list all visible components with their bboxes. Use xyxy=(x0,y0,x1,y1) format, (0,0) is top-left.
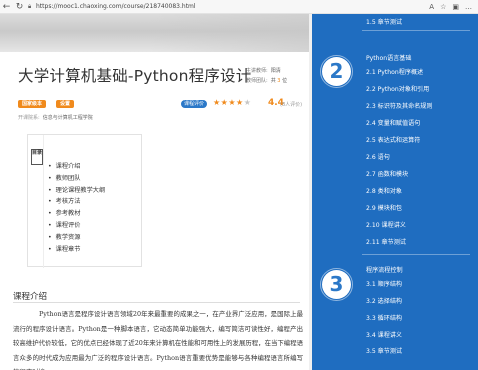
teacher-label: 主讲教师: xyxy=(246,68,268,74)
chapter-item-3-3[interactable]: 3.3 循环结构 xyxy=(366,313,402,322)
chapter-sidebar: 1.5 章节测试 2 Python语言基础 2.1 Python程序概述 2.2… xyxy=(312,14,478,370)
lock-icon: 🔒︎ xyxy=(28,2,32,10)
intro-text: Python语言是程序设计语言领域20年来最重要的成果之一，在产业界广泛应用，是… xyxy=(13,310,303,370)
chapter-item-3-1[interactable]: 3.1 顺序结构 xyxy=(366,279,402,288)
toc-item-syllabus[interactable]: 理论课程教学大纲 xyxy=(48,185,106,197)
chapter-item-2-10[interactable]: 2.10 课程讲义 xyxy=(366,220,406,229)
toc-item-team[interactable]: 教师团队 xyxy=(48,173,105,185)
chapter-item-2-2[interactable]: 2.2 Python对象和引用 xyxy=(366,84,429,93)
table-of-contents: 目录 课程介绍 教师团队 理论课程教学大纲 考核方法 参考教材 课程评价 教学资… xyxy=(27,134,142,268)
toc-item-resources[interactable]: 教学资源 xyxy=(48,232,105,244)
chapter-item-2-1[interactable]: 2.1 Python程序概述 xyxy=(366,67,423,76)
chapter-item-2-9[interactable]: 2.9 模块和包 xyxy=(366,203,402,212)
department-value: 信息与计算机工程学院 xyxy=(42,115,93,121)
rating-stars-icon: ★★★★★ xyxy=(213,98,252,107)
chapter-title-2[interactable]: Python语言基础 xyxy=(366,53,412,62)
department-label: 开课院系: xyxy=(18,115,40,121)
rating-badge: 课程评价 xyxy=(181,100,208,108)
department: 开课院系: 信息与计算机工程学院 xyxy=(18,114,93,121)
course-banner xyxy=(0,14,312,52)
chapter-item-1-5[interactable]: 1.5 章节测试 xyxy=(366,17,402,26)
chapter-item-2-8[interactable]: 2.8 类和对象 xyxy=(366,186,402,195)
read-aloud-icon[interactable]: A xyxy=(429,3,434,11)
chapter-item-2-3[interactable]: 2.3 标识符及其命名规则 xyxy=(366,101,432,110)
course-main: 大学计算机基础-Python程序设计 主讲教师: 阳清 教师团队: 共 3 位 国家… xyxy=(0,14,312,370)
chapter-number-2: 2 xyxy=(322,57,351,86)
intro-heading: 课程介绍 xyxy=(13,292,48,302)
refresh-icon[interactable]: ↻ xyxy=(13,0,26,13)
address-bar[interactable]: 🔒︎ https://mooc1.chaoxing.com/course/218… xyxy=(28,2,425,12)
sidebar-divider xyxy=(362,30,470,31)
toc-divider xyxy=(43,135,44,268)
back-arrow-icon[interactable]: ← xyxy=(0,0,13,13)
chapter-number-3: 3 xyxy=(322,270,351,299)
favorite-star-icon[interactable]: ☆ xyxy=(440,3,446,11)
toc-item-chapters[interactable]: 课程章节 xyxy=(48,244,105,256)
toc-item-textbooks[interactable]: 参考教材 xyxy=(48,208,105,220)
chapter-item-3-5[interactable]: 3.5 章节测试 xyxy=(366,346,402,355)
more-icon[interactable]: … xyxy=(465,3,472,11)
chapter-title-3[interactable]: 程序流程控制 xyxy=(366,265,403,274)
team-label: 教师团队: xyxy=(246,78,268,84)
intro-divider xyxy=(13,302,300,303)
chapter-item-2-11[interactable]: 2.11 章节测试 xyxy=(366,237,406,246)
chapter-item-2-6[interactable]: 2.6 语句 xyxy=(366,152,390,161)
rating-count: (8人评价) xyxy=(280,102,303,108)
chapter-item-2-7[interactable]: 2.7 函数和模块 xyxy=(366,169,408,178)
team-count-prefix: 共 xyxy=(270,78,276,84)
toc-item-reviews[interactable]: 课程评价 xyxy=(48,220,105,232)
sidebar-divider xyxy=(362,254,470,255)
teacher-name[interactable]: 阳清 xyxy=(271,68,281,74)
toc-item-assessment[interactable]: 考核方法 xyxy=(48,196,105,208)
tag-national[interactable]: 国家级本 xyxy=(18,100,47,108)
toc-item-intro[interactable]: 课程介绍 xyxy=(48,161,105,173)
collections-icon[interactable]: ▣ xyxy=(452,3,459,11)
team-count: 3 xyxy=(277,78,281,84)
course-title: 大学计算机基础-Python程序设计 xyxy=(18,67,252,85)
course-meta: 主讲教师: 阳清 教师团队: 共 3 位 xyxy=(246,66,287,86)
team-count-suffix: 位 xyxy=(282,78,288,84)
url-text: https://mooc1.chaoxing.com/course/218740… xyxy=(36,3,196,10)
chapter-item-3-4[interactable]: 3.4 课程讲义 xyxy=(366,330,402,339)
toc-label: 目录 xyxy=(31,149,43,165)
tag-settings[interactable]: 设置 xyxy=(56,100,75,108)
chapter-item-2-5[interactable]: 2.5 表达式和运算符 xyxy=(366,135,420,144)
chapter-item-2-4[interactable]: 2.4 变量和赋值语句 xyxy=(366,118,420,127)
browser-toolbar: ← ↻ 🔒︎ https://mooc1.chaoxing.com/course… xyxy=(0,0,478,14)
chapter-item-3-2[interactable]: 3.2 选择结构 xyxy=(366,296,402,305)
